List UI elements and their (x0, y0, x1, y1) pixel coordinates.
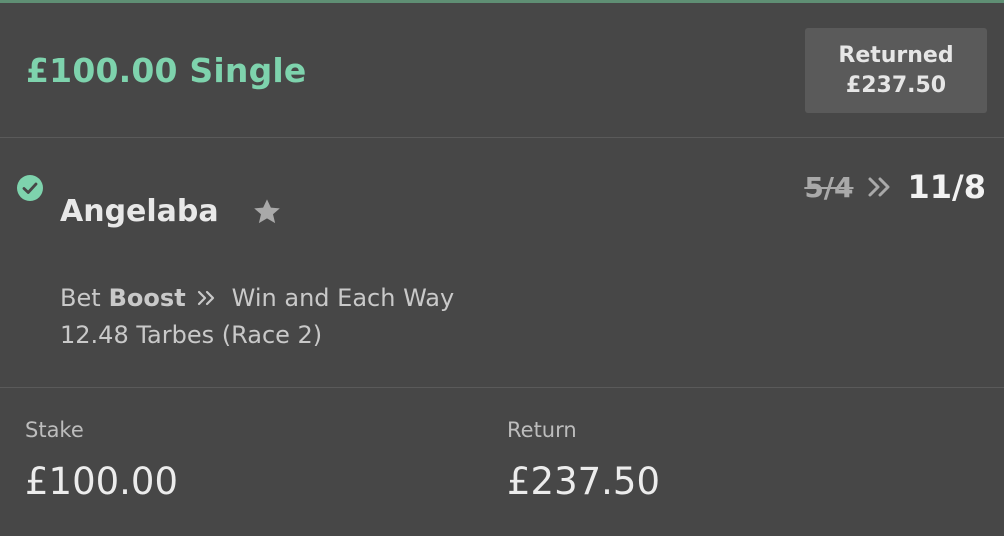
old-odds: 5/4 (804, 170, 854, 204)
bet-summary: Stake £100.00 Return £237.50 (0, 388, 1004, 536)
check-circle-icon (17, 175, 43, 201)
market-name: Win and Each Way (231, 284, 455, 312)
double-chevron-right-icon (197, 290, 214, 306)
new-odds: 11/8 (907, 168, 986, 206)
star-icon[interactable] (251, 196, 283, 228)
selection-card[interactable]: Angelaba 5/4 11/8 Bet Boost Win and Each… (0, 138, 1004, 388)
returned-status-badge: Returned £237.50 (805, 28, 987, 113)
bet-title: £100.00 Single (26, 51, 307, 90)
bet-header: £100.00 Single Returned £237.50 (0, 3, 1004, 138)
odds-display: 5/4 11/8 (804, 168, 986, 206)
return-label: Return (507, 418, 577, 442)
boost-label: Boost (108, 284, 186, 312)
stake-label: Stake (25, 418, 84, 442)
market-line: Bet Boost Win and Each Way (60, 284, 454, 312)
bet-prefix: Bet (60, 284, 101, 312)
returned-amount: £237.50 (845, 72, 947, 98)
stake-value: £100.00 (25, 460, 179, 503)
double-chevron-right-icon (868, 177, 890, 197)
runner-name: Angelaba (60, 194, 219, 229)
return-value: £237.50 (507, 460, 661, 503)
event-name: 12.48 Tarbes (Race 2) (60, 321, 323, 349)
returned-label: Returned (838, 42, 954, 68)
